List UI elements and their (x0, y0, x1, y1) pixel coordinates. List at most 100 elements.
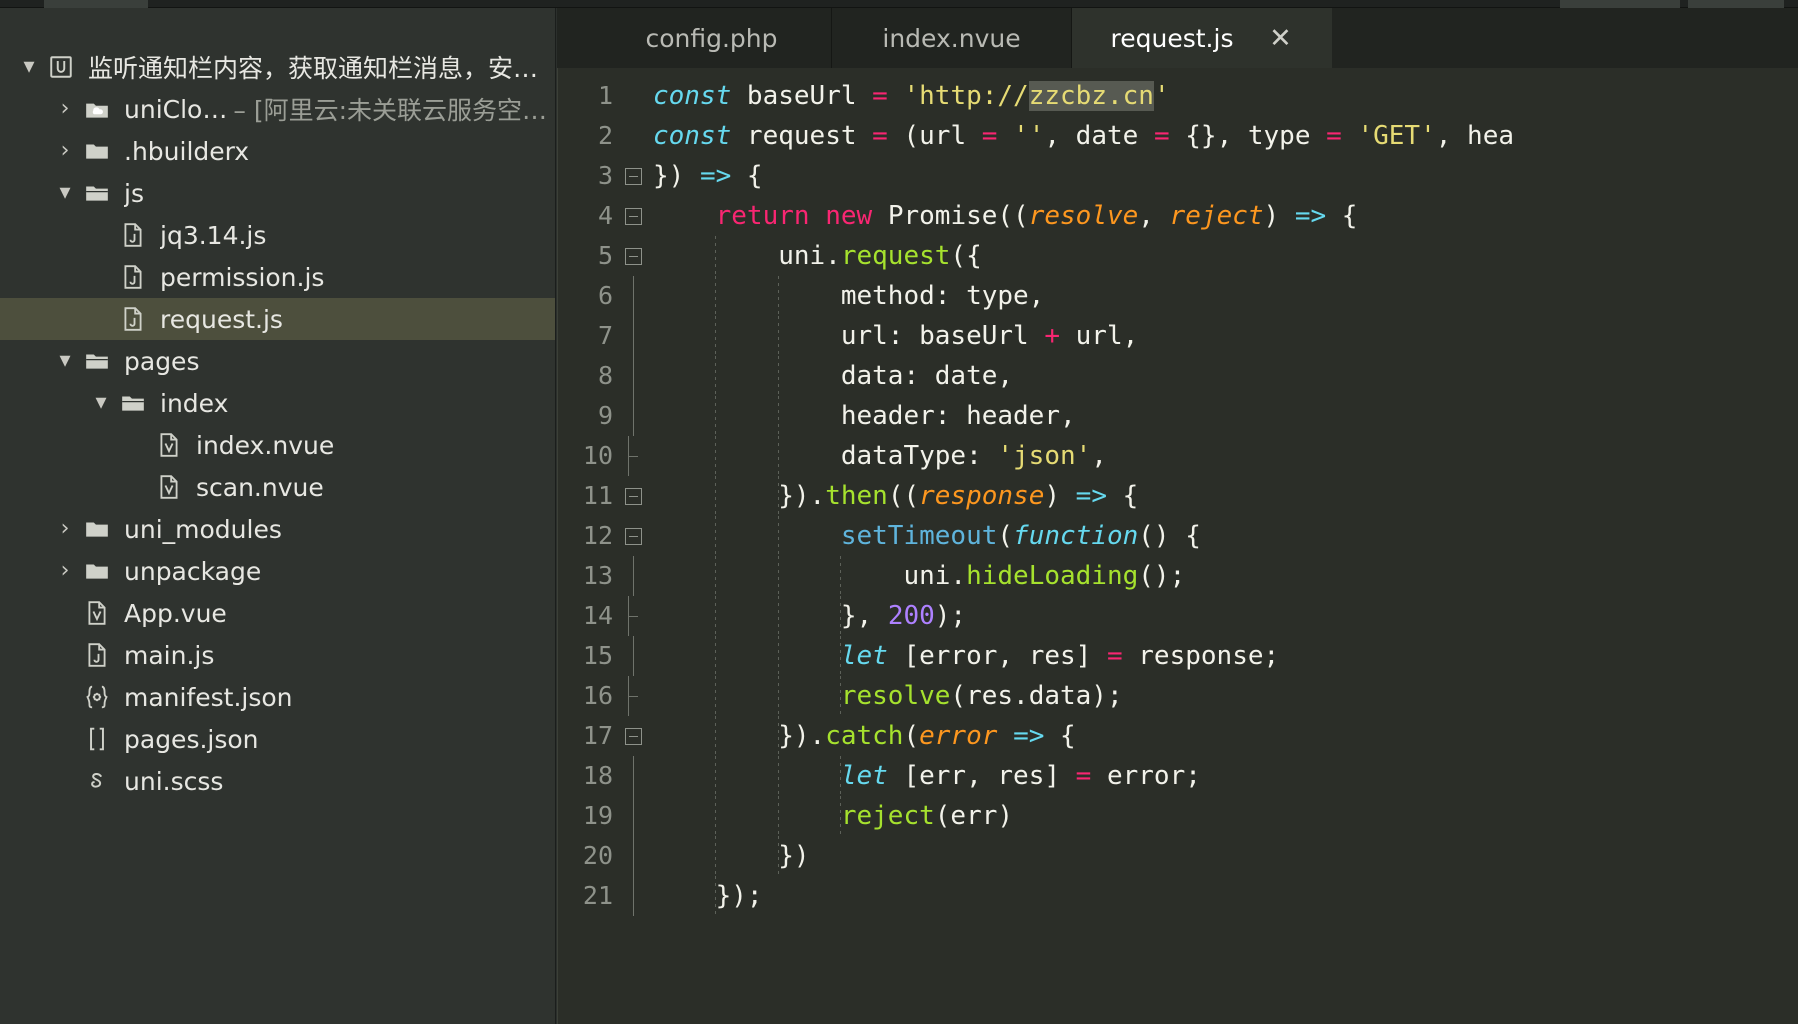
code-line-content[interactable]: resolve(res.data); (653, 676, 1798, 716)
code-line[interactable]: 8 data: date, (557, 356, 1798, 396)
fold-column[interactable] (613, 436, 653, 476)
fold-toggle-icon[interactable] (625, 208, 642, 225)
tree-item-jq3-14-js[interactable]: ›jq3.14.js (0, 214, 555, 256)
file-tree[interactable]: ▾监听通知栏内容，获取通知栏消息，安卓原…›uniCloud – [阿里云:未关… (0, 8, 555, 802)
tree-item-uni-modules[interactable]: ›uni_modules (0, 508, 555, 550)
tree-item-app-vue[interactable]: ›App.vue (0, 592, 555, 634)
code-line-content[interactable]: header: header, (653, 396, 1798, 436)
chevron-down-icon[interactable]: ▾ (86, 392, 116, 414)
code-line[interactable]: 1const baseUrl = 'http://zzcbz.cn' (557, 76, 1798, 116)
code-line-content[interactable]: let [err, res] = error; (653, 756, 1798, 796)
code-line[interactable]: 15 let [error, res] = response; (557, 636, 1798, 676)
fold-column[interactable] (613, 836, 653, 876)
fold-toggle-icon[interactable] (625, 488, 642, 505)
code-line-content[interactable]: return new Promise((resolve, reject) => … (653, 196, 1798, 236)
fold-column[interactable] (613, 796, 653, 836)
tree-item-index[interactable]: ▾index (0, 382, 555, 424)
fold-column[interactable] (613, 236, 653, 276)
code-line-content[interactable]: uni.hideLoading(); (653, 556, 1798, 596)
code-line[interactable]: 6 method: type, (557, 276, 1798, 316)
chevron-down-icon[interactable]: ▾ (50, 182, 80, 204)
code-line[interactable]: 11 }).then((response) => { (557, 476, 1798, 516)
code-line[interactable]: 16 resolve(res.data); (557, 676, 1798, 716)
code-line[interactable]: 14 }, 200); (557, 596, 1798, 636)
code-line-content[interactable]: reject(err) (653, 796, 1798, 836)
code-line-content[interactable]: }); (653, 876, 1798, 916)
editor-tab-request-js[interactable]: request.js✕ (1072, 8, 1332, 68)
fold-column[interactable] (613, 556, 653, 596)
code-line[interactable]: 4 return new Promise((resolve, reject) =… (557, 196, 1798, 236)
fold-column[interactable] (613, 196, 653, 236)
tree-item-index-nvue[interactable]: ›index.nvue (0, 424, 555, 466)
code-line[interactable]: 18 let [err, res] = error; (557, 756, 1798, 796)
code-line[interactable]: 9 header: header, (557, 396, 1798, 436)
code-line[interactable]: 10 dataType: 'json', (557, 436, 1798, 476)
tree-item-unicloud[interactable]: ›uniCloud – [阿里云:未关联云服务空间] (0, 88, 555, 130)
fold-toggle-icon[interactable] (625, 248, 642, 265)
code-line-content[interactable]: }, 200); (653, 596, 1798, 636)
chevron-down-icon[interactable]: ▾ (14, 56, 44, 78)
tree-item-request-js[interactable]: ›request.js (0, 298, 555, 340)
code-line-content[interactable]: }).then((response) => { (653, 476, 1798, 516)
code-line-content[interactable]: }) (653, 836, 1798, 876)
code-line-content[interactable]: url: baseUrl + url, (653, 316, 1798, 356)
editor-tab-bar[interactable]: config.phpindex.nvuerequest.js✕ (557, 8, 1798, 68)
fold-column[interactable] (613, 756, 653, 796)
fold-column[interactable] (613, 316, 653, 356)
code-line[interactable]: 3}) => { (557, 156, 1798, 196)
code-line-content[interactable]: let [error, res] = response; (653, 636, 1798, 676)
code-line-content[interactable]: }) => { (653, 156, 1798, 196)
editor-tab-config-php[interactable]: config.php (592, 8, 832, 68)
fold-column[interactable] (613, 356, 653, 396)
fold-column[interactable] (613, 596, 653, 636)
tree-item-main-js[interactable]: ›main.js (0, 634, 555, 676)
tree-item-pages-json[interactable]: ›pages.json (0, 718, 555, 760)
code-line[interactable]: 20 }) (557, 836, 1798, 876)
tree-item-js[interactable]: ▾js (0, 172, 555, 214)
editor-tab-index-nvue[interactable]: index.nvue (832, 8, 1072, 68)
code-line-content[interactable]: const request = (url = '', date = {}, ty… (653, 116, 1798, 156)
code-line[interactable]: 5 uni.request({ (557, 236, 1798, 276)
code-line[interactable]: 13 uni.hideLoading(); (557, 556, 1798, 596)
code-line-content[interactable]: method: type, (653, 276, 1798, 316)
code-area[interactable]: 1const baseUrl = 'http://zzcbz.cn'2const… (557, 68, 1798, 1024)
code-line-content[interactable]: const baseUrl = 'http://zzcbz.cn' (653, 76, 1798, 116)
code-lines[interactable]: 1const baseUrl = 'http://zzcbz.cn'2const… (557, 68, 1798, 916)
close-icon[interactable]: ✕ (1267, 25, 1293, 52)
tree-item--hbuilderx[interactable]: ›.hbuilderx (0, 130, 555, 172)
fold-column[interactable] (613, 676, 653, 716)
fold-column[interactable] (613, 516, 653, 556)
fold-column[interactable] (613, 636, 653, 676)
tree-item-scan-nvue[interactable]: ›scan.nvue (0, 466, 555, 508)
code-line-content[interactable]: }).catch(error => { (653, 716, 1798, 756)
fold-toggle-icon[interactable] (625, 728, 642, 745)
fold-column[interactable] (613, 716, 653, 756)
tree-item-permission-js[interactable]: ›permission.js (0, 256, 555, 298)
code-line[interactable]: 7 url: baseUrl + url, (557, 316, 1798, 356)
chevron-right-icon[interactable]: › (50, 518, 80, 540)
fold-column[interactable] (613, 876, 653, 916)
fold-column[interactable] (613, 396, 653, 436)
code-line[interactable]: 17 }).catch(error => { (557, 716, 1798, 756)
project-explorer-sidebar[interactable]: ▾监听通知栏内容，获取通知栏消息，安卓原…›uniCloud – [阿里云:未关… (0, 8, 556, 1024)
tree-item-unpackage[interactable]: ›unpackage (0, 550, 555, 592)
code-line[interactable]: 2const request = (url = '', date = {}, t… (557, 116, 1798, 156)
fold-toggle-icon[interactable] (625, 168, 642, 185)
code-line-content[interactable]: setTimeout(function() { (653, 516, 1798, 556)
code-line-content[interactable]: uni.request({ (653, 236, 1798, 276)
fold-toggle-icon[interactable] (625, 528, 642, 545)
code-line-content[interactable]: dataType: 'json', (653, 436, 1798, 476)
code-line[interactable]: 21 }); (557, 876, 1798, 916)
tree-item-manifest-json[interactable]: ›manifest.json (0, 676, 555, 718)
fold-column[interactable] (613, 156, 653, 196)
chevron-right-icon[interactable]: › (50, 560, 80, 582)
tree-item-uni-scss[interactable]: ›uni.scss (0, 760, 555, 802)
fold-column[interactable] (613, 276, 653, 316)
chevron-right-icon[interactable]: › (50, 140, 80, 162)
code-line-content[interactable]: data: date, (653, 356, 1798, 396)
chevron-down-icon[interactable]: ▾ (50, 350, 80, 372)
tree-item-pages[interactable]: ▾pages (0, 340, 555, 382)
fold-column[interactable] (613, 476, 653, 516)
code-line[interactable]: 12 setTimeout(function() { (557, 516, 1798, 556)
tree-project-root[interactable]: ▾监听通知栏内容，获取通知栏消息，安卓原… (0, 46, 555, 88)
